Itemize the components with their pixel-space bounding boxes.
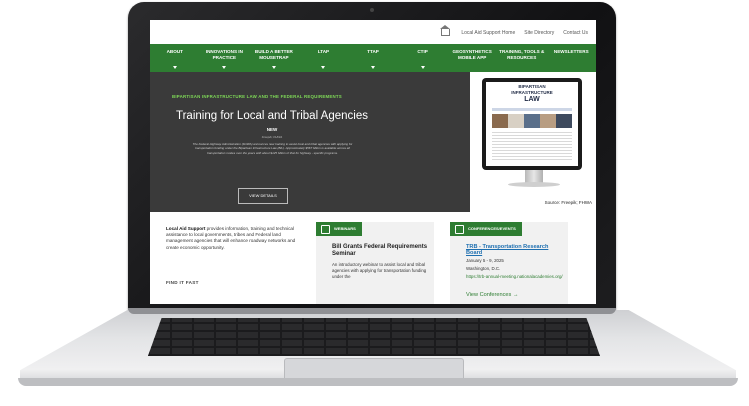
- nav-label: TTAP: [367, 49, 379, 54]
- content-section: Local Aid Support provides information, …: [150, 212, 596, 304]
- new-badge: NEW: [266, 127, 278, 132]
- view-details-button[interactable]: VIEW DETAILS: [238, 188, 288, 204]
- find-it-fast-heading: FIND IT FAST: [166, 280, 199, 285]
- laptop-mockup: Local Aid Support Home Site Directory Co…: [0, 0, 749, 406]
- conferences-tag: CONFERENCES/EVENTS: [450, 222, 522, 236]
- nav-item-about[interactable]: ABOUT: [150, 44, 200, 72]
- nav-label: TRAINING, TOOLS & RESOURCES: [499, 49, 545, 60]
- laptop-lid: Local Aid Support Home Site Directory Co…: [128, 2, 616, 312]
- image-text: INFRASTRUCTURE: [511, 90, 553, 95]
- main-nav: ABOUT INNOVATIONS IN PRACTICE BUILD A BE…: [150, 44, 596, 72]
- nav-item-ttap[interactable]: TTAP: [348, 44, 398, 72]
- hero-banner: BIPARTISAN INFRASTRUCTURE LAW AND THE FE…: [150, 72, 596, 212]
- monitor-image: BIPARTISAN INFRASTRUCTURE LAW: [482, 78, 582, 170]
- nav-label: CTIP: [417, 49, 428, 54]
- chevron-down-icon[interactable]: [321, 66, 326, 69]
- image-text: BIPARTISAN: [518, 84, 546, 89]
- webinar-icon: [321, 225, 330, 234]
- image-source: Source: Freepik; FHWA: [544, 200, 592, 205]
- nav-label: LTAP: [317, 49, 330, 54]
- image-photo-strip: [492, 114, 572, 128]
- hero-kicker: BIPARTISAN INFRASTRUCTURE LAW AND THE FE…: [172, 94, 342, 99]
- view-conferences-link[interactable]: View Conferences →: [466, 292, 518, 298]
- image-text-lines: [492, 132, 572, 162]
- top-links: Local Aid Support Home Site Directory Co…: [440, 25, 588, 36]
- nav-label: GEOSYNTHETICS MOBILE APP: [452, 49, 492, 60]
- laptop-bottom-edge: [18, 378, 738, 386]
- hero-title: Training for Local and Tribal Agencies: [176, 110, 368, 122]
- nav-item-mousetrap[interactable]: BUILD A BETTER MOUSETRAP: [249, 44, 299, 72]
- conferences-card: CONFERENCES/EVENTS TRB - Transportation …: [450, 222, 568, 304]
- image-text: LAW: [524, 96, 540, 103]
- nav-label: ABOUT: [166, 49, 183, 54]
- conference-location: Washington, D.C.: [466, 266, 501, 271]
- tag-label: CONFERENCES/EVENTS: [468, 226, 516, 231]
- nav-label: NEWSLETTERS: [553, 49, 589, 54]
- webinars-card: WEBINARS Bill Grants Federal Requirement…: [316, 222, 434, 304]
- top-link-contact[interactable]: Contact Us: [563, 30, 588, 36]
- top-link-home[interactable]: Local Aid Support Home: [461, 30, 515, 36]
- nav-item-geosynthetics[interactable]: GEOSYNTHETICS MOBILE APP: [447, 44, 497, 72]
- hero-image: BIPARTISAN INFRASTRUCTURE LAW Source: Fr…: [470, 72, 596, 212]
- people-icon: [455, 225, 464, 234]
- top-bar: Local Aid Support Home Site Directory Co…: [150, 20, 596, 44]
- hero-description: The Federal Highway Administration (FHWA…: [192, 142, 353, 155]
- nav-label: BUILD A BETTER MOUSETRAP: [254, 49, 293, 60]
- conference-link[interactable]: TRB - Transportation Research Board: [466, 244, 566, 256]
- conference-url[interactable]: https://trb-annual-meeting.nationalacade…: [466, 274, 563, 279]
- webcam: [370, 8, 374, 12]
- chevron-down-icon[interactable]: [371, 66, 376, 69]
- intro-lead: Local Aid Support: [166, 226, 206, 231]
- nav-item-ltap[interactable]: LTAP: [299, 44, 349, 72]
- home-icon[interactable]: [440, 25, 451, 36]
- webinar-title[interactable]: Bill Grants Federal Requirements Seminar: [332, 244, 428, 258]
- nav-item-ctip[interactable]: CTIP: [398, 44, 448, 72]
- tag-label: WEBINARS: [334, 226, 356, 231]
- nav-item-innovations[interactable]: INNOVATIONS IN PRACTICE: [200, 44, 250, 72]
- nav-label: INNOVATIONS IN PRACTICE: [205, 49, 243, 60]
- laptop-hinge: [128, 308, 616, 314]
- webinar-description: An introductory webinar to assist local …: [332, 262, 427, 279]
- image-nav-bar: [492, 108, 572, 111]
- chevron-down-icon[interactable]: [222, 66, 227, 69]
- chevron-down-icon[interactable]: [420, 66, 425, 69]
- conference-date: January 5 - 9, 2025: [466, 258, 504, 263]
- laptop-screen: Local Aid Support Home Site Directory Co…: [150, 20, 596, 304]
- nav-item-newsletters[interactable]: NEWSLETTERS: [547, 44, 597, 72]
- top-link-site-directory[interactable]: Site Directory: [524, 30, 554, 36]
- keyboard: [148, 318, 600, 356]
- intro-text: Local Aid Support provides information, …: [166, 226, 306, 251]
- monitor-stand: [508, 182, 560, 187]
- monitor-screen: BIPARTISAN INFRASTRUCTURE LAW: [486, 82, 578, 166]
- nav-item-training[interactable]: TRAINING, TOOLS & RESOURCES: [497, 44, 547, 72]
- chevron-down-icon[interactable]: [172, 66, 177, 69]
- webinars-tag: WEBINARS: [316, 222, 362, 236]
- hero-credit: Freepik; FHWA: [261, 135, 283, 139]
- chevron-down-icon[interactable]: [271, 66, 276, 69]
